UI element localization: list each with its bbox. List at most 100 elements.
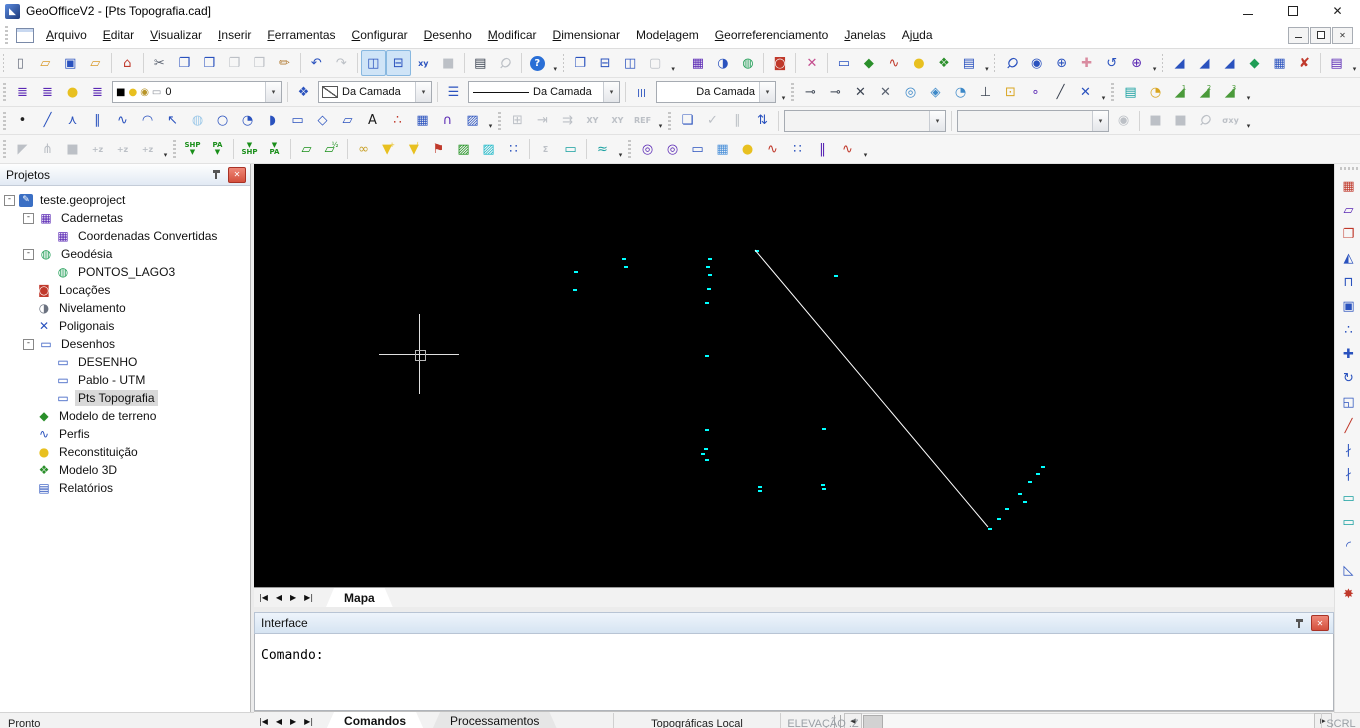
- dropdown-arrow[interactable]: ▾: [860, 135, 871, 164]
- rotate-button[interactable]: ↻: [1337, 366, 1360, 390]
- slope-2-button[interactable]: ◢2: [1193, 79, 1218, 105]
- survey-point[interactable]: [758, 490, 762, 492]
- snap-quadrant-button[interactable]: ◈: [923, 79, 948, 105]
- snap-endpoint-button[interactable]: ⊸: [798, 79, 823, 105]
- draw-rectangle-button[interactable]: ▭: [285, 108, 310, 134]
- swoosh-layers-button[interactable]: ≈: [590, 136, 615, 162]
- expand-toggle[interactable]: -: [23, 339, 34, 350]
- menu-editar[interactable]: Editar: [95, 24, 142, 46]
- squiggle-red-button[interactable]: ∿: [835, 136, 860, 162]
- modelo-3d-button[interactable]: ❖: [931, 50, 956, 76]
- tree-item-teste-geoproject[interactable]: -✎teste.geoproject: [0, 191, 250, 209]
- dropdown-arrow[interactable]: ▾: [981, 49, 992, 78]
- dropdown-arrow[interactable]: ▾: [1243, 78, 1254, 107]
- tree-item-nivelamento[interactable]: ◑Nivelamento: [0, 299, 250, 317]
- survey-point[interactable]: [704, 448, 708, 450]
- map-canvas[interactable]: [254, 164, 1334, 587]
- survey-point[interactable]: [705, 459, 709, 461]
- coord-ref-button[interactable]: REF: [630, 108, 655, 134]
- draw-point-button[interactable]: •: [10, 108, 35, 134]
- dropdown-arrow[interactable]: ▾: [778, 78, 789, 107]
- toolbar-grip[interactable]: [3, 112, 6, 130]
- tree-item-loca-es[interactable]: ◙Locações: [0, 281, 250, 299]
- coord-xy-move-button[interactable]: XY: [605, 108, 630, 134]
- menu-modelagem[interactable]: Modelagem: [628, 24, 707, 46]
- zoom-gray-button[interactable]: Ϙ: [1193, 108, 1218, 134]
- draw-circle-center-button[interactable]: ◍: [185, 108, 210, 134]
- viewport-xy-button[interactable]: xy: [411, 50, 436, 76]
- explode-button[interactable]: ✸: [1337, 582, 1360, 606]
- code-combo[interactable]: ▾: [957, 110, 1109, 132]
- dropdown-arrow[interactable]: ▾: [1243, 106, 1254, 135]
- station-combo[interactable]: ▾: [784, 110, 946, 132]
- gray-button-2-button[interactable]: ■: [1168, 108, 1193, 134]
- print-preview-button[interactable]: Ϙ: [493, 50, 518, 76]
- tab-next-button[interactable]: ▶: [290, 593, 296, 602]
- layer-states-button[interactable]: ≣: [35, 79, 60, 105]
- toolbar-grip[interactable]: [173, 140, 176, 158]
- survey-point[interactable]: [574, 271, 578, 273]
- copy-object-button[interactable]: ❐: [1337, 222, 1360, 246]
- survey-point[interactable]: [1036, 473, 1040, 475]
- survey-point[interactable]: [622, 258, 626, 260]
- draw-circle-3p-button[interactable]: ◔: [235, 108, 260, 134]
- scale-button[interactable]: ◱: [1337, 390, 1360, 414]
- terrain-section-button[interactable]: ◢: [1217, 50, 1242, 76]
- survey-point[interactable]: [705, 429, 709, 431]
- coord-xy-insert-button[interactable]: XY: [580, 108, 605, 134]
- erase-button[interactable]: ▱: [1337, 198, 1360, 222]
- chamfer-button[interactable]: ◺: [1337, 558, 1360, 582]
- terrain-slope-button[interactable]: ◢: [1192, 50, 1217, 76]
- command-console[interactable]: Comando:: [254, 634, 1334, 711]
- snap-intersection-button[interactable]: ✕: [848, 79, 873, 105]
- snap-apparent-intersection-button[interactable]: ✕: [873, 79, 898, 105]
- terrain-report-button[interactable]: ▦: [1267, 50, 1292, 76]
- lineweight-combo[interactable]: Da Camada▾: [656, 81, 776, 103]
- tab-processamentos[interactable]: Processamentos: [432, 712, 557, 728]
- process-gray-button[interactable]: ◉: [1111, 108, 1136, 134]
- combo-dropdown-button[interactable]: ▾: [929, 111, 945, 131]
- draw-spline-button[interactable]: ∿: [110, 108, 135, 134]
- bulb-mini-button[interactable]: ●: [735, 136, 760, 162]
- z-point-button[interactable]: +z: [85, 136, 110, 162]
- properties-list-button[interactable]: ▤: [1324, 50, 1349, 76]
- draw-circle-2p-button[interactable]: ○: [210, 108, 235, 134]
- measure-line-button[interactable]: ╱: [1337, 414, 1360, 438]
- gray-button-1-button[interactable]: ■: [1143, 108, 1168, 134]
- draw-region-button[interactable]: ▱: [335, 108, 360, 134]
- toolbar-grip[interactable]: [563, 54, 564, 72]
- tile-vertical-button[interactable]: ◫: [618, 50, 643, 76]
- hatch-cyan-button[interactable]: ▨: [476, 136, 501, 162]
- arrange-icons-button[interactable]: ▢: [643, 50, 668, 76]
- snap-node-button[interactable]: ∘: [1023, 79, 1048, 105]
- mdi-close-button[interactable]: ✕: [1332, 27, 1353, 44]
- desenhos-button[interactable]: ▭: [831, 50, 856, 76]
- lineweight-icon-button[interactable]: |||: [629, 79, 654, 105]
- slope-3-button[interactable]: ◢3: [1218, 79, 1243, 105]
- slope-1-button[interactable]: ◢1: [1168, 79, 1193, 105]
- note-insert-button[interactable]: ❏: [675, 108, 700, 134]
- viewport-horizontal-button[interactable]: ⊟: [386, 50, 411, 76]
- tree-item-pablo-utm[interactable]: ▭Pablo - UTM: [0, 371, 250, 389]
- tree-item-modelo-de-terreno[interactable]: ◆Modelo de terreno: [0, 407, 250, 425]
- pan-button[interactable]: ✚: [1074, 50, 1099, 76]
- survey-point[interactable]: [708, 258, 712, 260]
- document-icon[interactable]: [16, 28, 34, 43]
- expand-toggle[interactable]: -: [23, 213, 34, 224]
- draw-polyline-button[interactable]: ⋏: [60, 108, 85, 134]
- paste-disabled-button[interactable]: ❒: [247, 50, 272, 76]
- survey-point[interactable]: [706, 266, 710, 268]
- draw-circle-tangent-button[interactable]: ◗: [260, 108, 285, 134]
- relatorios-button[interactable]: ▤: [956, 50, 981, 76]
- match-properties-button[interactable]: ▦: [1337, 174, 1360, 198]
- combo-dropdown-button[interactable]: ▾: [603, 82, 619, 102]
- capsule-button[interactable]: ▭: [558, 136, 583, 162]
- survey-point[interactable]: [1005, 508, 1009, 510]
- redo-button[interactable]: ↷: [329, 50, 354, 76]
- sigma-xy-button[interactable]: σxy: [1218, 108, 1243, 134]
- target-circle-2-button[interactable]: ◎: [660, 136, 685, 162]
- trim-button[interactable]: ∤: [1337, 438, 1360, 462]
- toolbar-grip[interactable]: [668, 112, 671, 130]
- square-gray-button[interactable]: ■: [60, 136, 85, 162]
- coord-insert-button[interactable]: ⊞: [505, 108, 530, 134]
